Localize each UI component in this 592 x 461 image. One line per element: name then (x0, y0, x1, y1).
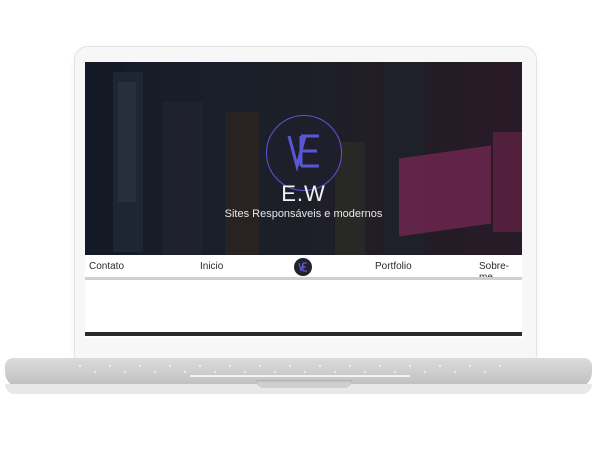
laptop-notch (256, 380, 352, 388)
ew-logo-icon (298, 262, 307, 272)
logo-circle (266, 115, 342, 191)
brand-title: E.W (281, 181, 326, 206)
content-divider (85, 332, 522, 336)
ew-logo-icon (287, 134, 319, 172)
nav-logo[interactable] (294, 258, 312, 276)
laptop-screen: E.W Sites Responsáveis e modernos Contat… (85, 62, 522, 338)
nav-bar: Contato Inicio Portfolio Sobre-me (85, 255, 522, 283)
tagline: Sites Responsáveis e modernos (224, 208, 383, 220)
keyboard-dots (79, 365, 501, 377)
nav-link-inicio[interactable]: Inicio (200, 261, 223, 272)
nav-link-portfolio[interactable]: Portfolio (375, 261, 412, 272)
nav-link-contato[interactable]: Contato (89, 261, 124, 272)
hero-banner: E.W Sites Responsáveis e modernos (85, 62, 522, 255)
nav-divider (85, 277, 522, 280)
